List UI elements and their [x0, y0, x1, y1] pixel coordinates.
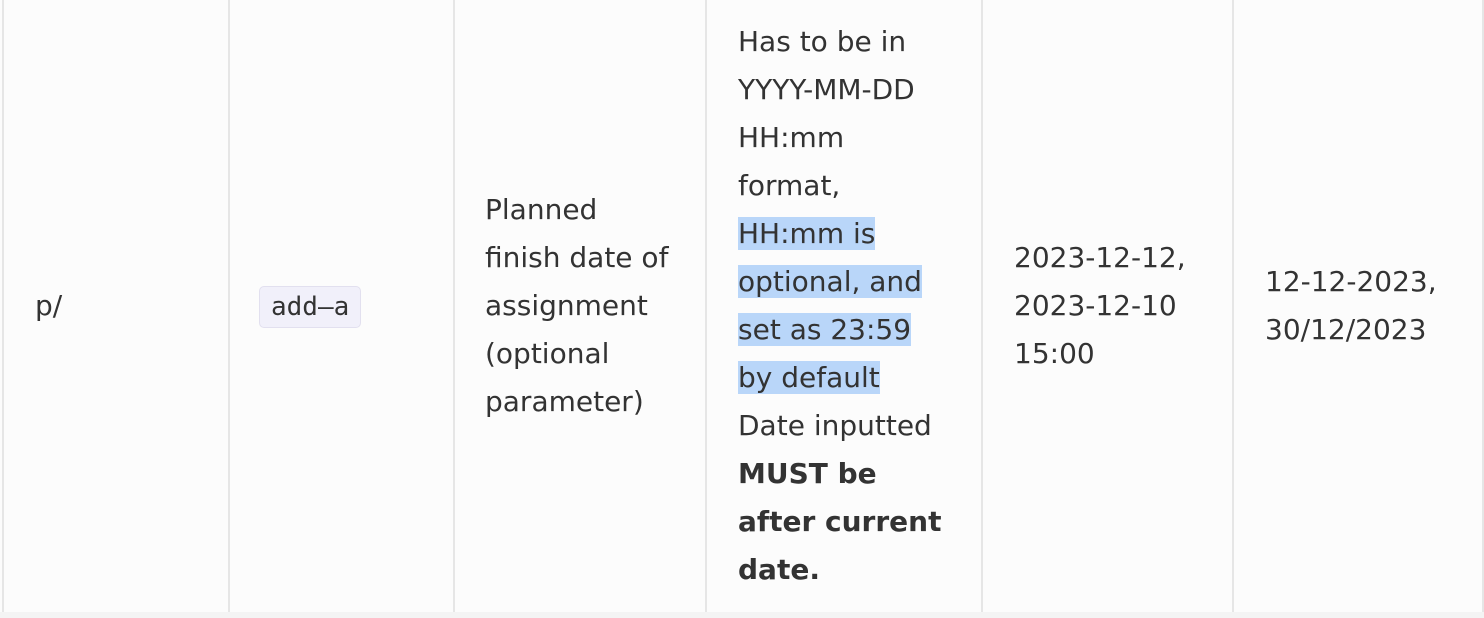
parameters-table: p/ add–a Planned finish date of assignme…	[2, 0, 1484, 614]
format-cell[interactable]: Has to be in YYYY-MM-DD HH:mm format, HH…	[705, 0, 983, 614]
invalid-example-line: 30/12/2023	[1265, 313, 1427, 346]
command-code: add–a	[259, 286, 362, 328]
command-cell: add–a	[228, 0, 455, 614]
selected-text-line[interactable]: HH:mm is	[738, 210, 961, 258]
description-line: parameter)	[485, 385, 644, 418]
format-line[interactable]: HH:mm	[738, 114, 961, 162]
format-bold-line[interactable]: MUST be	[738, 450, 961, 498]
selected-text-line[interactable]: optional, and	[738, 258, 961, 306]
invalid-example-line: 12-12-2023,	[1265, 265, 1437, 298]
description-line: assignment	[485, 289, 648, 322]
format-line[interactable]: Has to be in	[738, 18, 961, 66]
format-line[interactable]: YYYY-MM-DD	[738, 66, 961, 114]
table-container: p/ add–a Planned finish date of assignme…	[0, 0, 1484, 618]
description-line: finish date of	[485, 241, 669, 274]
prefix-cell: p/	[2, 0, 230, 614]
selected-text[interactable]: set as 23:59	[738, 313, 912, 346]
valid-example-line: 2023-12-12,	[1014, 241, 1186, 274]
invalid-examples-cell: 12-12-2023, 30/12/2023	[1232, 0, 1484, 614]
valid-example-line: 2023-12-10	[1014, 289, 1177, 322]
valid-examples-cell: 2023-12-12, 2023-12-10 15:00	[981, 0, 1234, 614]
selected-text[interactable]: optional, and	[738, 265, 922, 298]
selected-text[interactable]: HH:mm is	[738, 217, 876, 250]
format-bold-line[interactable]: after current	[738, 498, 961, 546]
selected-text-line[interactable]: by default	[738, 354, 961, 402]
format-bold-line[interactable]: date.	[738, 546, 961, 594]
description-cell: Planned finish date of assignment (optio…	[453, 0, 707, 614]
selected-text-line[interactable]: set as 23:59	[738, 306, 961, 354]
next-row-edge	[0, 612, 1484, 618]
format-line[interactable]: Date inputted	[738, 402, 961, 450]
format-line[interactable]: format,	[738, 162, 961, 210]
description-line: (optional	[485, 337, 610, 370]
description-line: Planned	[485, 193, 598, 226]
selected-text[interactable]: by default	[738, 361, 880, 394]
table-row: p/ add–a Planned finish date of assignme…	[2, 0, 1484, 614]
prefix-text: p/	[35, 289, 63, 322]
valid-example-line: 15:00	[1014, 337, 1095, 370]
